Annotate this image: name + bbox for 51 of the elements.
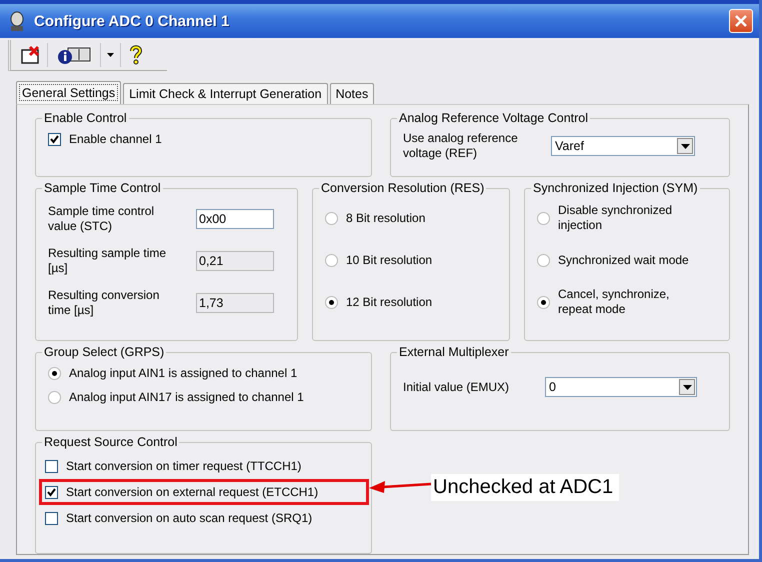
annotation-arrow [369, 480, 431, 494]
close-button[interactable] [729, 9, 753, 33]
radio-label: Cancel, synchronize, repeat mode [558, 287, 670, 317]
dropdown[interactable]: 0 [545, 377, 698, 397]
radio-label: 10 Bit resolution [346, 253, 432, 267]
checkbox[interactable] [45, 460, 58, 472]
checkbox[interactable] [48, 132, 61, 146]
checkbox-label: Start conversion on timer request (TTCCH1) [66, 459, 302, 473]
group-title: Analog Reference Voltage Control [398, 111, 590, 125]
radio-label: Disable synchronized injection [558, 203, 674, 233]
group-title: External Multiplexer [398, 345, 510, 359]
radio-button[interactable] [48, 390, 61, 404]
group-title: Synchronized Injection (SYM) [532, 181, 699, 195]
tab[interactable]: General Settings [16, 81, 122, 104]
annotation-label: Unchecked at ADC1 [431, 474, 620, 500]
group-title: Request Source Control [43, 435, 178, 449]
radio-label: Analog input AIN1 is assigned to channel 1 [69, 366, 298, 380]
radio-button[interactable] [537, 254, 550, 266]
radio-label: Analog input AIN17 is assigned to channel 1 [69, 390, 304, 404]
group-title: Group Select (GRPS) [43, 345, 166, 359]
caret-icon [107, 53, 114, 57]
close-icon [735, 15, 747, 27]
group-title: Enable Control [43, 111, 128, 125]
radio-button[interactable] [48, 366, 61, 380]
dropdown-caret-button[interactable] [105, 43, 121, 67]
checkbox-label: Enable channel 1 [69, 132, 162, 146]
checkbox[interactable] [45, 512, 58, 524]
radio-button[interactable] [537, 212, 550, 224]
checkbox-label: Start conversion on auto scan request (SRQ1) [66, 511, 312, 525]
radio-button[interactable] [537, 296, 550, 308]
window-title: Configure ADC 0 Channel 1 [34, 12, 230, 30]
radio-button[interactable] [325, 212, 338, 224]
radio-button[interactable] [325, 296, 338, 308]
field-label: Initial value (EMUX) [403, 380, 510, 394]
checkbox-label: Start conversion on external request (ETCCH1) [66, 485, 318, 499]
radio-button[interactable] [325, 254, 338, 266]
input-field[interactable]: 0x00 [196, 209, 274, 229]
radio-label: 8 Bit resolution [346, 211, 426, 225]
field-label: Resulting conversion time [µs] [48, 288, 160, 318]
field-label: Sample time control value (STC) [48, 204, 156, 234]
field-label: Resulting sample time [µs] [48, 246, 168, 276]
checkbox[interactable] [45, 486, 58, 498]
person-silhouette-icon [8, 11, 26, 31]
radio-label: Synchronized wait mode [558, 252, 690, 268]
dropdown[interactable]: Varef [551, 136, 695, 156]
group-title: Conversion Resolution (RES) [320, 181, 486, 195]
group-title: Sample Time Control [43, 181, 162, 195]
tab[interactable]: Notes [330, 83, 374, 104]
radio-label: 12 Bit resolution [346, 295, 432, 309]
tab[interactable]: Limit Check & Interrupt Generation [123, 83, 328, 104]
field-label: Use analog reference voltage (REF) [403, 131, 519, 161]
